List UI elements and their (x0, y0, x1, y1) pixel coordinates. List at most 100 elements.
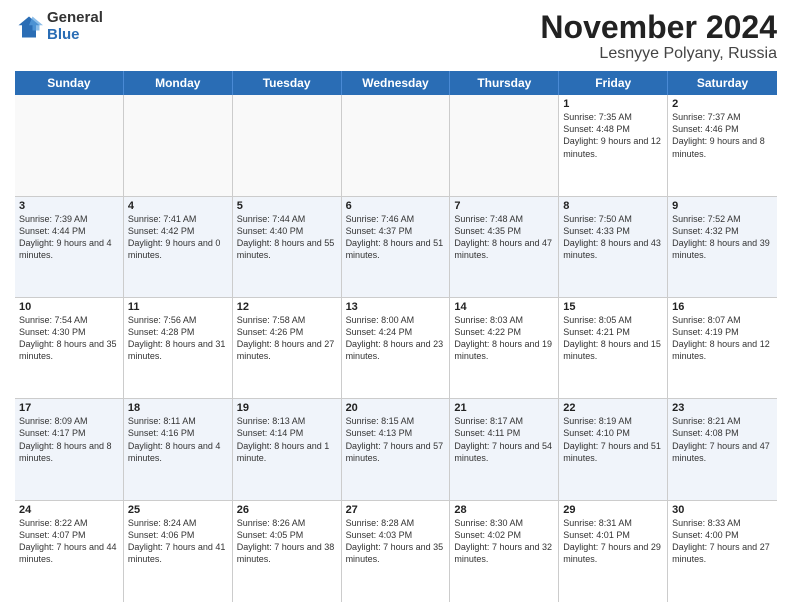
calendar-day: 8Sunrise: 7:50 AM Sunset: 4:33 PM Daylig… (559, 197, 668, 297)
day-number: 2 (672, 98, 773, 110)
weekday-header: Wednesday (342, 71, 451, 95)
day-info: Sunrise: 8:17 AM Sunset: 4:11 PM Dayligh… (454, 415, 554, 464)
day-number: 24 (19, 504, 119, 516)
weekday-header: Sunday (15, 71, 124, 95)
calendar-day: 2Sunrise: 7:37 AM Sunset: 4:46 PM Daylig… (668, 95, 777, 195)
day-number: 27 (346, 504, 446, 516)
day-number: 9 (672, 200, 773, 212)
day-number: 6 (346, 200, 446, 212)
day-info: Sunrise: 7:48 AM Sunset: 4:35 PM Dayligh… (454, 213, 554, 262)
day-number: 25 (128, 504, 228, 516)
day-info: Sunrise: 7:50 AM Sunset: 4:33 PM Dayligh… (563, 213, 663, 262)
weekday-header: Monday (124, 71, 233, 95)
day-info: Sunrise: 7:44 AM Sunset: 4:40 PM Dayligh… (237, 213, 337, 262)
day-info: Sunrise: 7:35 AM Sunset: 4:48 PM Dayligh… (563, 111, 663, 160)
calendar-day: 11Sunrise: 7:56 AM Sunset: 4:28 PM Dayli… (124, 298, 233, 398)
day-info: Sunrise: 8:00 AM Sunset: 4:24 PM Dayligh… (346, 314, 446, 363)
day-number: 5 (237, 200, 337, 212)
calendar-day: 15Sunrise: 8:05 AM Sunset: 4:21 PM Dayli… (559, 298, 668, 398)
calendar-day: 12Sunrise: 7:58 AM Sunset: 4:26 PM Dayli… (233, 298, 342, 398)
header: General Blue November 2024 Lesnyye Polya… (15, 10, 777, 63)
day-number: 29 (563, 504, 663, 516)
day-info: Sunrise: 8:30 AM Sunset: 4:02 PM Dayligh… (454, 517, 554, 566)
day-info: Sunrise: 8:26 AM Sunset: 4:05 PM Dayligh… (237, 517, 337, 566)
logo-icon (15, 13, 43, 41)
day-number: 1 (563, 98, 663, 110)
day-number: 8 (563, 200, 663, 212)
day-info: Sunrise: 8:15 AM Sunset: 4:13 PM Dayligh… (346, 415, 446, 464)
day-info: Sunrise: 8:19 AM Sunset: 4:10 PM Dayligh… (563, 415, 663, 464)
calendar-row: 10Sunrise: 7:54 AM Sunset: 4:30 PM Dayli… (15, 298, 777, 399)
calendar-day: 4Sunrise: 7:41 AM Sunset: 4:42 PM Daylig… (124, 197, 233, 297)
logo-general-text: General (47, 10, 103, 27)
calendar-day: 28Sunrise: 8:30 AM Sunset: 4:02 PM Dayli… (450, 501, 559, 602)
calendar: SundayMondayTuesdayWednesdayThursdayFrid… (15, 71, 777, 602)
day-info: Sunrise: 8:21 AM Sunset: 4:08 PM Dayligh… (672, 415, 773, 464)
day-info: Sunrise: 8:22 AM Sunset: 4:07 PM Dayligh… (19, 517, 119, 566)
day-number: 12 (237, 301, 337, 313)
calendar-day: 9Sunrise: 7:52 AM Sunset: 4:32 PM Daylig… (668, 197, 777, 297)
calendar-day: 20Sunrise: 8:15 AM Sunset: 4:13 PM Dayli… (342, 399, 451, 499)
month-title: November 2024 (540, 10, 777, 45)
day-info: Sunrise: 7:54 AM Sunset: 4:30 PM Dayligh… (19, 314, 119, 363)
day-number: 13 (346, 301, 446, 313)
calendar-day: 18Sunrise: 8:11 AM Sunset: 4:16 PM Dayli… (124, 399, 233, 499)
calendar-body: 1Sunrise: 7:35 AM Sunset: 4:48 PM Daylig… (15, 95, 777, 602)
calendar-empty (233, 95, 342, 195)
day-info: Sunrise: 8:13 AM Sunset: 4:14 PM Dayligh… (237, 415, 337, 464)
weekday-header: Thursday (450, 71, 559, 95)
calendar-day: 3Sunrise: 7:39 AM Sunset: 4:44 PM Daylig… (15, 197, 124, 297)
calendar-day: 21Sunrise: 8:17 AM Sunset: 4:11 PM Dayli… (450, 399, 559, 499)
day-info: Sunrise: 8:07 AM Sunset: 4:19 PM Dayligh… (672, 314, 773, 363)
calendar-day: 24Sunrise: 8:22 AM Sunset: 4:07 PM Dayli… (15, 501, 124, 602)
calendar-row: 24Sunrise: 8:22 AM Sunset: 4:07 PM Dayli… (15, 501, 777, 602)
weekday-header: Saturday (668, 71, 777, 95)
calendar-day: 25Sunrise: 8:24 AM Sunset: 4:06 PM Dayli… (124, 501, 233, 602)
page: General Blue November 2024 Lesnyye Polya… (0, 0, 792, 612)
calendar-day: 5Sunrise: 7:44 AM Sunset: 4:40 PM Daylig… (233, 197, 342, 297)
calendar-day: 27Sunrise: 8:28 AM Sunset: 4:03 PM Dayli… (342, 501, 451, 602)
calendar-day: 6Sunrise: 7:46 AM Sunset: 4:37 PM Daylig… (342, 197, 451, 297)
day-number: 10 (19, 301, 119, 313)
day-info: Sunrise: 8:09 AM Sunset: 4:17 PM Dayligh… (19, 415, 119, 464)
day-info: Sunrise: 7:52 AM Sunset: 4:32 PM Dayligh… (672, 213, 773, 262)
day-number: 18 (128, 402, 228, 414)
calendar-header: SundayMondayTuesdayWednesdayThursdayFrid… (15, 71, 777, 95)
day-number: 16 (672, 301, 773, 313)
day-info: Sunrise: 7:56 AM Sunset: 4:28 PM Dayligh… (128, 314, 228, 363)
day-number: 26 (237, 504, 337, 516)
calendar-day: 30Sunrise: 8:33 AM Sunset: 4:00 PM Dayli… (668, 501, 777, 602)
calendar-empty (342, 95, 451, 195)
day-number: 28 (454, 504, 554, 516)
day-number: 20 (346, 402, 446, 414)
day-info: Sunrise: 8:11 AM Sunset: 4:16 PM Dayligh… (128, 415, 228, 464)
day-number: 21 (454, 402, 554, 414)
day-number: 7 (454, 200, 554, 212)
day-number: 17 (19, 402, 119, 414)
day-info: Sunrise: 8:24 AM Sunset: 4:06 PM Dayligh… (128, 517, 228, 566)
calendar-day: 29Sunrise: 8:31 AM Sunset: 4:01 PM Dayli… (559, 501, 668, 602)
calendar-day: 26Sunrise: 8:26 AM Sunset: 4:05 PM Dayli… (233, 501, 342, 602)
calendar-day: 14Sunrise: 8:03 AM Sunset: 4:22 PM Dayli… (450, 298, 559, 398)
calendar-day: 16Sunrise: 8:07 AM Sunset: 4:19 PM Dayli… (668, 298, 777, 398)
day-info: Sunrise: 8:03 AM Sunset: 4:22 PM Dayligh… (454, 314, 554, 363)
day-number: 23 (672, 402, 773, 414)
calendar-day: 13Sunrise: 8:00 AM Sunset: 4:24 PM Dayli… (342, 298, 451, 398)
calendar-row: 17Sunrise: 8:09 AM Sunset: 4:17 PM Dayli… (15, 399, 777, 500)
day-info: Sunrise: 7:46 AM Sunset: 4:37 PM Dayligh… (346, 213, 446, 262)
day-info: Sunrise: 8:28 AM Sunset: 4:03 PM Dayligh… (346, 517, 446, 566)
day-number: 14 (454, 301, 554, 313)
day-number: 3 (19, 200, 119, 212)
day-number: 15 (563, 301, 663, 313)
logo-blue-text: Blue (47, 27, 103, 44)
day-number: 11 (128, 301, 228, 313)
calendar-day: 17Sunrise: 8:09 AM Sunset: 4:17 PM Dayli… (15, 399, 124, 499)
location: Lesnyye Polyany, Russia (540, 45, 777, 63)
day-info: Sunrise: 7:41 AM Sunset: 4:42 PM Dayligh… (128, 213, 228, 262)
day-info: Sunrise: 7:39 AM Sunset: 4:44 PM Dayligh… (19, 213, 119, 262)
logo-text: General Blue (47, 10, 103, 43)
day-info: Sunrise: 8:05 AM Sunset: 4:21 PM Dayligh… (563, 314, 663, 363)
calendar-day: 19Sunrise: 8:13 AM Sunset: 4:14 PM Dayli… (233, 399, 342, 499)
calendar-empty (450, 95, 559, 195)
day-number: 30 (672, 504, 773, 516)
